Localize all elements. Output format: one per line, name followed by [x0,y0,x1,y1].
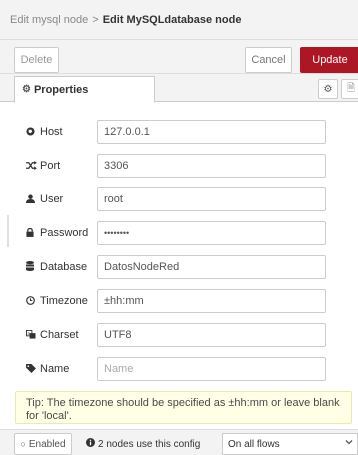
timezone-label: Timezone [26,289,88,313]
tab-properties[interactable]: ⚙ Properties [14,76,155,103]
circle-icon: ○ [20,439,26,449]
usage-text: 2 nodes use this config [98,438,201,450]
database-label: Database [26,255,87,279]
password-label: Password [26,221,88,245]
clock-icon [26,295,38,307]
flows-scope-value: On all flows [228,438,280,450]
host-input[interactable] [97,120,326,144]
enabled-toggle[interactable]: ○ Enabled [14,433,72,455]
timezone-row: Timezone [26,289,326,313]
database-icon [26,261,38,273]
database-input[interactable] [97,255,326,279]
settings-tab-button[interactable]: ⚙ [318,79,338,99]
password-row: Password [26,221,326,245]
charset-label: a Charset [26,329,79,341]
timezone-input[interactable] [97,289,326,313]
port-label: Port [26,154,60,178]
random-icon [26,160,38,172]
breadcrumb: Edit mysql node > Edit MySQLdatabase nod… [0,0,358,40]
description-tab-button[interactable]: 🗎 [341,79,358,99]
svg-text:a: a [27,331,30,336]
user-input[interactable] [97,187,326,211]
update-button[interactable]: Update [300,47,358,73]
enabled-label: Enabled [28,438,66,450]
page-title: Edit MySQLdatabase node [102,13,242,26]
globe-icon [26,126,38,138]
timezone-tip: Tip: The timezone should be specified as… [15,391,352,424]
tag-icon [26,363,38,375]
user-icon [26,193,38,205]
resize-handle[interactable] [7,215,9,247]
name-label: Name [26,357,69,381]
language-icon: a [26,329,38,341]
usage-info: 2 nodes use this config [86,433,200,455]
user-row: User [26,187,326,211]
tab-properties-label: Properties [33,83,89,96]
charset-row: a Charset [26,323,326,347]
chevron-down-icon [345,438,353,448]
cancel-button[interactable]: Cancel [245,47,292,73]
charset-input[interactable] [97,323,326,347]
gear-icon: ⚙ [323,83,333,95]
breadcrumb-parent[interactable]: Edit mysql node [10,14,88,26]
name-input[interactable] [97,357,326,381]
file-icon: 🗎 [346,82,356,94]
flows-scope-select[interactable]: On all flows [222,433,358,455]
lock-icon [26,227,38,239]
user-label: User [26,187,63,211]
gear-icon: ⚙ [22,84,31,95]
port-row: Port [26,154,326,178]
host-label: Host [26,120,63,144]
name-row: Name [26,357,326,381]
delete-button[interactable]: Delete [14,47,59,73]
database-row: Database [26,255,326,279]
info-icon [86,438,95,450]
password-input[interactable] [97,221,326,245]
host-row: Host [26,120,326,144]
breadcrumb-separator: > [92,13,99,26]
port-input[interactable] [97,154,326,178]
